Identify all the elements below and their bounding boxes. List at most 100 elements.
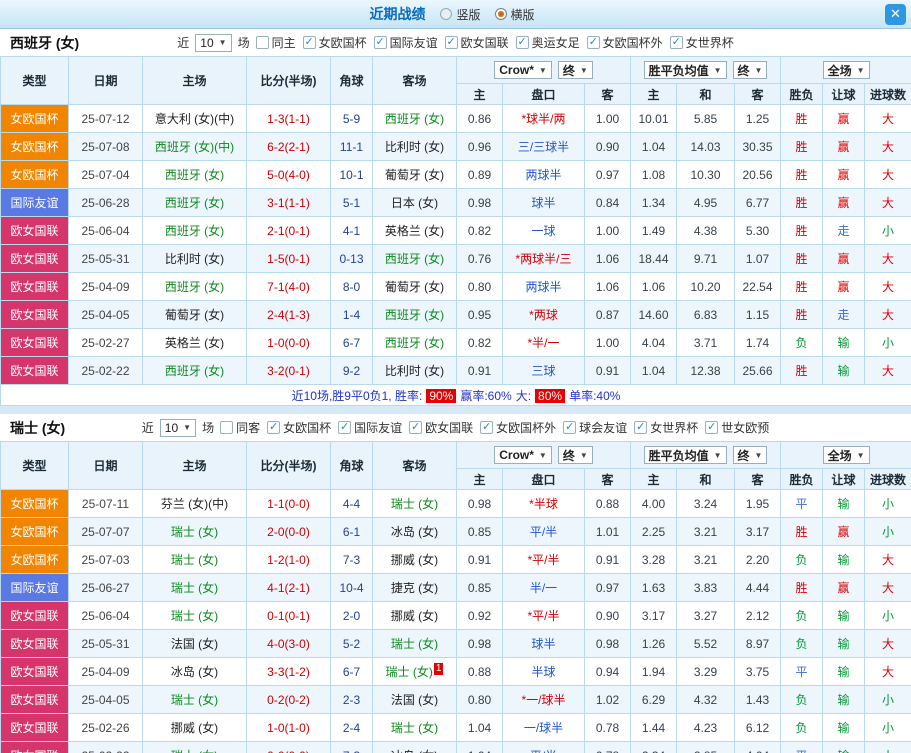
radio-vertical-layout[interactable]: 竖版: [440, 6, 481, 23]
away-handicap-odds: 1.06: [583, 244, 632, 273]
filter-checkbox[interactable]: 同主: [255, 34, 296, 51]
odds-time-select[interactable]: 终 ▼: [557, 446, 593, 464]
near-count-value: 10: [200, 35, 214, 50]
handicap: *两球: [502, 300, 585, 329]
filter-checkbox[interactable]: ✓ 奥运女足: [515, 34, 580, 51]
checkbox-icon[interactable]: ✓: [515, 36, 529, 49]
away-handicap-odds: 1.06: [583, 272, 632, 301]
euro-home-odds: 4.00: [630, 489, 678, 518]
scope-select[interactable]: 全场 ▼: [822, 446, 870, 464]
match-type-badge: 女欧国杯: [0, 489, 69, 518]
result: 胜: [780, 272, 824, 301]
match-row: 女欧国杯 25-07-07 瑞士 (女) 2-0(0-0) 6-1 冰岛 (女) 0.85 平…: [0, 517, 911, 546]
match-score: 1-0(1-0): [246, 713, 331, 742]
euro-draw-odds: 4.32: [676, 685, 736, 714]
match-type-badge: 欧女国联: [0, 328, 69, 357]
away-team: 挪威 (女): [372, 601, 457, 630]
home-handicap-odds: 0.98: [456, 629, 503, 658]
near-count-select[interactable]: 10 ▼: [195, 33, 232, 52]
match-type-badge: 女欧国杯: [0, 545, 69, 574]
away-team: 瑞士 (女): [372, 629, 457, 658]
match-date: 25-07-12: [68, 104, 143, 133]
filter-checkbox[interactable]: ✓ 女世界杯: [669, 34, 734, 51]
avg-time-select[interactable]: 终 ▼: [732, 61, 768, 79]
match-date: 25-06-27: [68, 573, 143, 602]
handicap-result: 赢: [822, 188, 866, 217]
filter-checkbox[interactable]: ✓ 女世界杯: [634, 419, 698, 436]
checkbox-icon[interactable]: ✓: [373, 36, 387, 49]
radio-icon[interactable]: [440, 8, 453, 20]
match-date: 25-02-26: [68, 713, 143, 742]
avg-select[interactable]: 胜平负均值 ▼: [643, 61, 727, 79]
handicap: 一/球半: [502, 713, 585, 742]
euro-draw-odds: 10.20: [676, 272, 736, 301]
checkbox-icon[interactable]: ✓: [409, 421, 423, 434]
checkbox-icon[interactable]: ✓: [480, 421, 494, 434]
match-row: 国际友谊 25-06-27 瑞士 (女) 4-1(2-1) 10-4 捷克 (女) 0.85…: [0, 573, 911, 602]
corners: 8-0: [330, 272, 373, 301]
home-handicap-odds: 0.89: [456, 160, 503, 189]
col-corners: 角球: [330, 441, 373, 490]
checkbox-icon[interactable]: [220, 421, 234, 434]
filter-checkbox[interactable]: ✓ 女欧国杯外: [480, 419, 556, 436]
checkbox-icon[interactable]: ✓: [444, 36, 458, 49]
match-date: 25-07-04: [68, 160, 143, 189]
radio-horizontal-layout[interactable]: 横版: [494, 6, 535, 23]
bookmaker-select[interactable]: Crow* ▼: [494, 61, 552, 79]
filter-checkbox[interactable]: ✓ 女欧国杯外: [586, 34, 663, 51]
match-date: 25-06-04: [68, 216, 143, 245]
handicap: 球半: [502, 629, 585, 658]
euro-odds-group-header: 胜平负均值 ▼ 终 ▼: [630, 441, 782, 469]
filter-checkbox[interactable]: ✓ 女欧国杯: [267, 419, 331, 436]
section-switzerland: 瑞士 (女) 近 10 ▼ 场 同客 ✓ 女欧国杯 ✓ 国际友谊 ✓ 欧女国联 ✓ 女欧国杯外 ✓…: [0, 414, 911, 753]
competition-filters: 同主 ✓ 女欧国杯 ✓ 国际友谊 ✓ 欧女国联 ✓ 奥运女足 ✓ 女欧国杯外 ✓ 女世界杯: [255, 34, 734, 51]
checkbox-icon[interactable]: ✓: [705, 421, 719, 434]
checkbox-icon[interactable]: ✓: [634, 421, 648, 434]
chevron-down-icon: ▼: [754, 450, 763, 460]
close-icon[interactable]: ✕: [885, 4, 906, 25]
handicap: *球半/两: [502, 104, 585, 133]
filter-checkbox[interactable]: ✓ 世女欧预: [705, 419, 769, 436]
filter-checkbox[interactable]: ✓ 球会友谊: [563, 419, 627, 436]
radio-icon[interactable]: [494, 8, 507, 20]
handicap-result: 输: [822, 685, 866, 714]
checkbox-icon[interactable]: ✓: [267, 421, 281, 434]
euro-home-odds: 2.34: [630, 741, 678, 753]
bookmaker-select[interactable]: Crow* ▼: [494, 446, 552, 464]
goals-result: 大: [864, 132, 911, 161]
checkbox-icon[interactable]: ✓: [563, 421, 577, 434]
match-row: 欧女国联 25-04-09 冰岛 (女) 3-3(1-2) 6-7 瑞士 (女) 1 0.88…: [0, 657, 911, 686]
col-handicap: 盘口: [502, 468, 585, 490]
filter-checkbox[interactable]: ✓ 欧女国联: [409, 419, 473, 436]
result: 负: [780, 328, 824, 357]
col-odds-away: 客: [583, 83, 632, 105]
odds-time-select[interactable]: 终 ▼: [557, 61, 593, 79]
goals-result: 小: [864, 741, 911, 753]
filter-checkbox[interactable]: ✓ 欧女国联: [444, 34, 509, 51]
chevron-down-icon: ▼: [538, 450, 547, 460]
filter-checkbox[interactable]: 同客: [220, 419, 260, 436]
away-team: 瑞士 (女) 1: [372, 657, 457, 686]
euro-draw-odds: 3.21: [676, 545, 736, 574]
checkbox-icon[interactable]: ✓: [338, 421, 352, 434]
away-team: 瑞士 (女): [372, 489, 457, 518]
checkbox-icon[interactable]: [255, 36, 269, 49]
avg-select[interactable]: 胜平负均值 ▼: [643, 446, 727, 464]
checkbox-icon[interactable]: ✓: [302, 36, 316, 49]
near-count-select[interactable]: 10 ▼: [159, 418, 197, 437]
col-corners: 角球: [330, 56, 373, 105]
col-euro-home: 主: [630, 83, 678, 105]
summary-row: 近10场,胜9平0负1, 胜率: 90% 赢率:60% 大: 80% 单率:40%: [0, 384, 911, 406]
scope-value: 全场: [827, 63, 852, 78]
checkbox-icon[interactable]: ✓: [669, 36, 683, 49]
filter-checkbox[interactable]: ✓ 国际友谊: [338, 419, 402, 436]
result: 胜: [780, 573, 824, 602]
away-handicap-odds: 0.78: [583, 713, 632, 742]
filter-checkbox[interactable]: ✓ 国际友谊: [373, 34, 438, 51]
scope-select[interactable]: 全场 ▼: [822, 61, 870, 79]
match-date: 25-02-22: [68, 356, 143, 385]
checkbox-icon[interactable]: ✓: [586, 36, 600, 49]
avg-time-select[interactable]: 终 ▼: [732, 446, 768, 464]
home-handicap-odds: 0.82: [456, 216, 503, 245]
filter-checkbox[interactable]: ✓ 女欧国杯: [302, 34, 367, 51]
